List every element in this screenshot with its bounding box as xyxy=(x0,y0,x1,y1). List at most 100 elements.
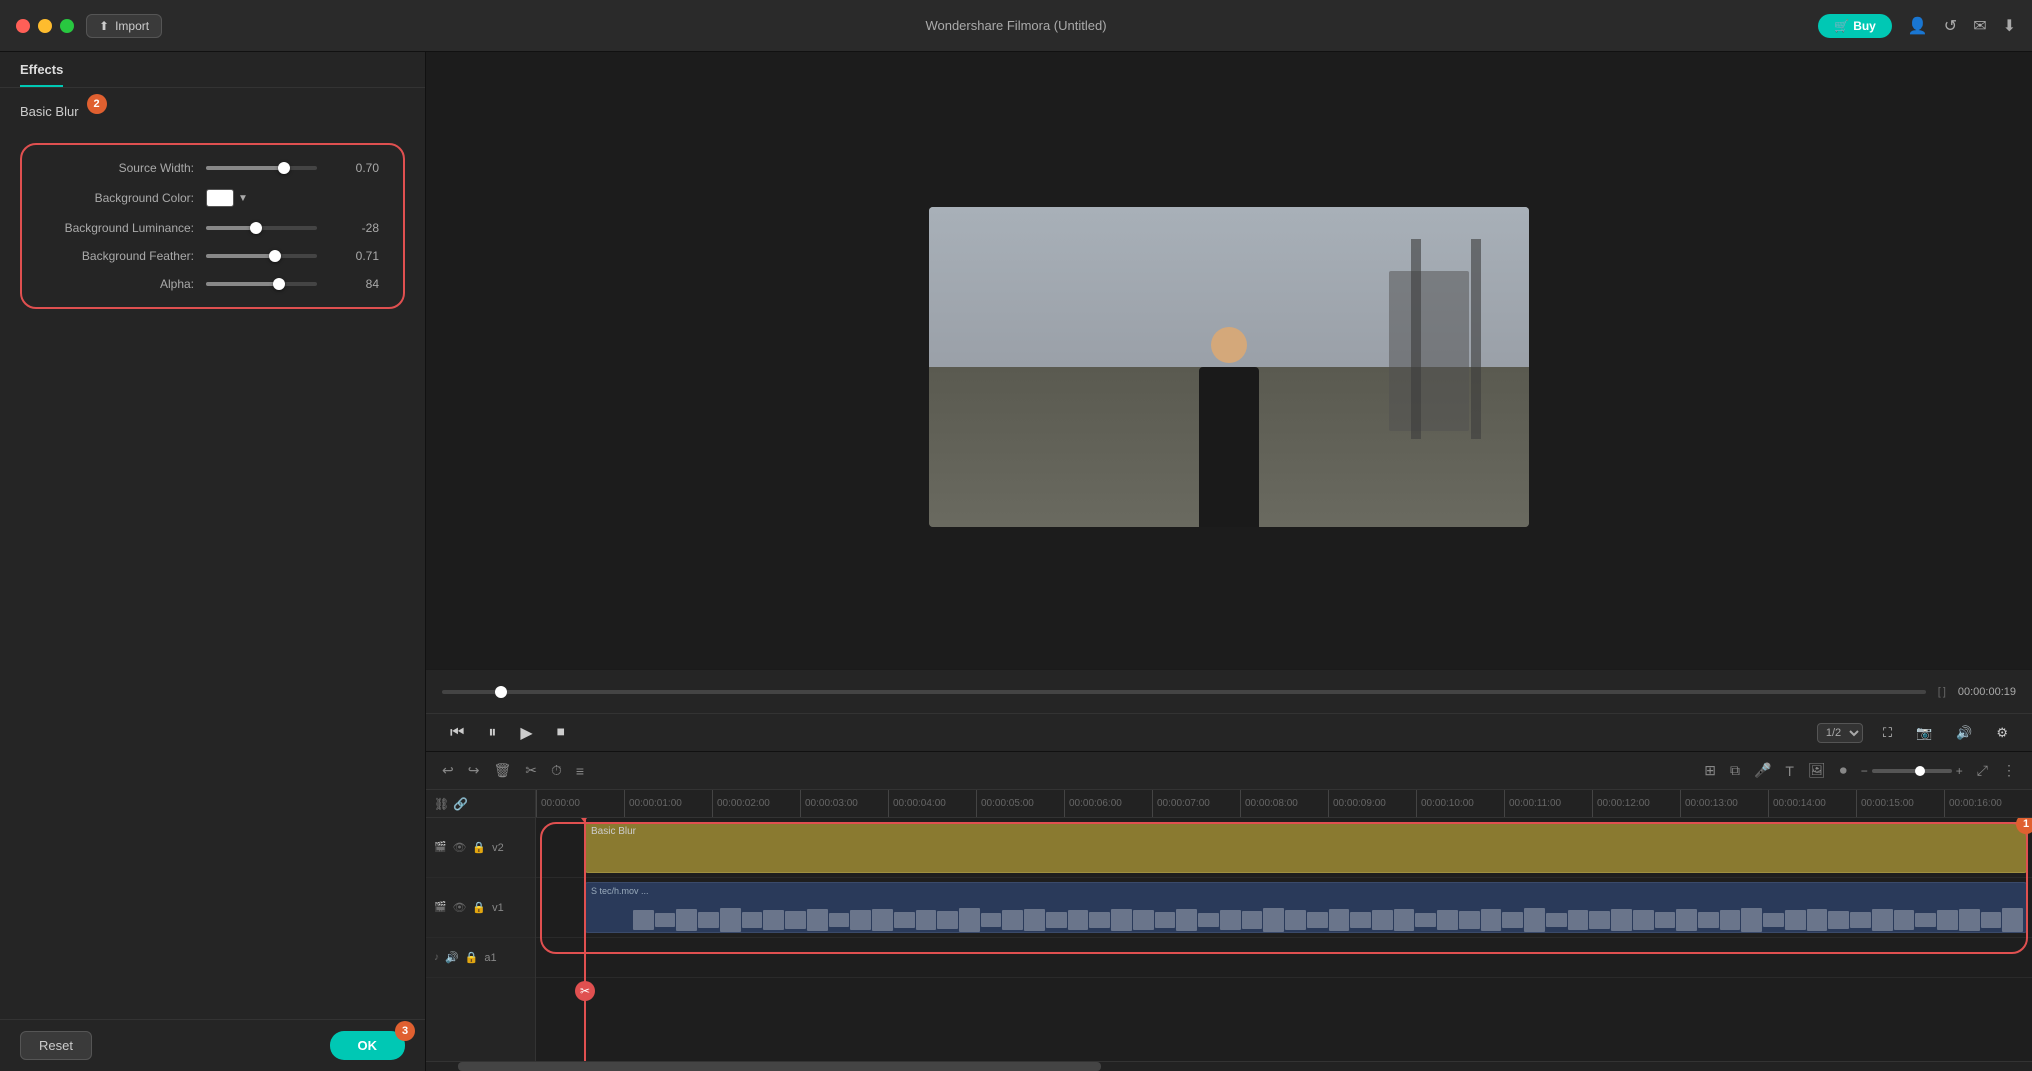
v1-eye-icon[interactable]: 👁 xyxy=(452,901,466,914)
clip-video-label: S tec/h.mov ... xyxy=(585,884,655,898)
list-icon[interactable]: ≡ xyxy=(576,763,584,779)
ruler-mark-2: 00:00:02:00 xyxy=(712,790,800,817)
ruler-mark-5: 00:00:05:00 xyxy=(976,790,1064,817)
zoom-controls: − + xyxy=(1861,764,1963,778)
cut-icon[interactable]: ✂ xyxy=(525,762,537,779)
zoom-out-icon[interactable]: − xyxy=(1861,764,1868,778)
unlink-icon[interactable]: 🔗 xyxy=(453,797,468,811)
ruler-mark-13: 00:00:13:00 xyxy=(1680,790,1768,817)
a1-volume-icon[interactable]: 🔊 xyxy=(445,951,459,964)
bracket-left-icon: [ xyxy=(1938,686,1941,698)
ruler-mark-11: 00:00:11:00 xyxy=(1504,790,1592,817)
params-box: Source Width: 0.70 Background Color: ▼ xyxy=(20,143,405,309)
ruler-mark-12: 00:00:12:00 xyxy=(1592,790,1680,817)
ruler-mark-14: 00:00:14:00 xyxy=(1768,790,1856,817)
buy-button[interactable]: 🛒 Buy xyxy=(1818,14,1892,38)
clip-basic-blur-label: Basic Blur xyxy=(585,824,642,839)
playhead[interactable]: ✂ xyxy=(584,818,586,1061)
close-button[interactable] xyxy=(16,19,30,33)
v1-lock-icon[interactable]: 🔒 xyxy=(472,901,486,914)
mic-icon[interactable]: 🎤 xyxy=(1754,762,1771,779)
person-figure xyxy=(1179,327,1279,527)
background-luminance-slider[interactable] xyxy=(206,226,317,230)
ruler-mark-15: 00:00:15:00 xyxy=(1856,790,1944,817)
quality-select[interactable]: 1/2 xyxy=(1817,723,1863,743)
step-back-button[interactable]: ⏮ xyxy=(446,720,468,746)
color-picker[interactable]: ▼ xyxy=(206,189,248,207)
photo-icon[interactable]: 🖼 xyxy=(1808,762,1826,779)
timeline-toolbar-right: ⊞ ⧉ 🎤 T 🖼 ⏺ − + ⤢ ⋮ xyxy=(1704,762,2016,779)
effects-bottom-bar: Reset OK 3 xyxy=(0,1019,425,1071)
record-icon[interactable]: ⏺ xyxy=(1840,762,1847,779)
v1-label: v1 xyxy=(492,902,504,914)
track-v2-content: Basic Blur xyxy=(536,818,2032,878)
effects-tab: Effects xyxy=(0,52,425,88)
alpha-slider[interactable] xyxy=(206,282,317,286)
settings-icon[interactable]: ⚙ xyxy=(1992,721,2012,745)
track-header: ⛓ 🔗 00:00:00 00:00:01:00 00:00:02:00 00:… xyxy=(426,790,2032,818)
timeline-area: ↩ ↪ 🗑 ✂ ⏱ ≡ ⊞ ⧉ 🎤 T 🖼 ⏺ − xyxy=(426,751,2032,1071)
ruler-mark-3: 00:00:03:00 xyxy=(800,790,888,817)
a1-lock-icon[interactable]: 🔒 xyxy=(465,951,479,964)
preview-area xyxy=(426,52,2032,669)
play-pause-button[interactable]: ⏸ xyxy=(484,720,500,746)
source-width-label: Source Width: xyxy=(46,161,206,175)
grid-icon[interactable]: ⊞ xyxy=(1704,762,1716,779)
v2-lock-icon[interactable]: 🔒 xyxy=(472,841,486,854)
effects-tab-label[interactable]: Effects xyxy=(20,62,63,87)
zoom-slider[interactable] xyxy=(1872,769,1952,773)
delete-icon[interactable]: 🗑 xyxy=(493,762,511,779)
bracket-right-icon: ] xyxy=(1943,686,1946,698)
alpha-label: Alpha: xyxy=(46,277,206,291)
background-feather-slider[interactable] xyxy=(206,254,317,258)
play-button[interactable]: ▶ xyxy=(516,719,536,747)
import-button[interactable]: ⬆ Import xyxy=(86,14,162,38)
timeline-scrollbar[interactable] xyxy=(426,1061,2032,1071)
fullscreen-icon[interactable]: ⛶ xyxy=(1879,721,1896,745)
track-a1-content xyxy=(536,938,2032,978)
v2-eye-icon[interactable]: 👁 xyxy=(452,841,466,854)
mail-icon[interactable]: ✉ xyxy=(1973,16,1986,36)
link-icon[interactable]: ⛓ xyxy=(434,797,449,811)
track-label-v2: 🎬 👁 🔒 v2 xyxy=(426,818,535,878)
traffic-lights xyxy=(16,19,74,33)
main-layout: Effects Basic Blur 2 Source Width: 0.70 xyxy=(0,52,2032,1071)
ok-button[interactable]: OK xyxy=(330,1031,406,1060)
effects-panel: Effects Basic Blur 2 Source Width: 0.70 xyxy=(0,52,426,1071)
profile-icon[interactable]: 👤 xyxy=(1908,16,1928,36)
layers-icon[interactable]: ⧉ xyxy=(1730,762,1740,779)
a1-label: a1 xyxy=(484,952,496,964)
badge-2: 2 xyxy=(87,94,107,114)
history-icon[interactable]: ⏱ xyxy=(551,762,562,779)
undo-icon[interactable]: ↩ xyxy=(442,762,454,779)
redo-icon[interactable]: ↪ xyxy=(468,762,480,779)
stop-button[interactable]: ⏹ xyxy=(553,720,569,746)
download-icon[interactable]: ⬇ xyxy=(2003,16,2016,36)
scrollbar-thumb[interactable] xyxy=(458,1062,1100,1071)
playhead-marker-top xyxy=(578,818,590,822)
source-width-slider[interactable] xyxy=(206,166,317,170)
effect-name: Basic Blur xyxy=(20,104,79,119)
fit-icon[interactable]: ⤢ xyxy=(1977,762,1988,779)
reset-button[interactable]: Reset xyxy=(20,1031,92,1060)
clip-video[interactable]: S tec/h.mov ... xyxy=(584,882,2028,933)
text-icon[interactable]: T xyxy=(1785,763,1794,779)
camera-icon[interactable]: 📷 xyxy=(1912,721,1936,745)
track-controls-header: ⛓ 🔗 xyxy=(426,790,536,818)
waveform xyxy=(633,908,2023,932)
clip-basic-blur[interactable]: Basic Blur xyxy=(584,822,2028,873)
maximize-button[interactable] xyxy=(60,19,74,33)
progress-bar[interactable] xyxy=(442,690,1926,694)
v1-video-icon: 🎬 xyxy=(434,902,446,913)
app-title: Wondershare Filmora (Untitled) xyxy=(925,18,1106,33)
background-color-row: Background Color: ▼ xyxy=(46,189,379,207)
timeline-ruler: 00:00:00 00:00:01:00 00:00:02:00 00:00:0… xyxy=(536,790,2032,818)
preview-bg xyxy=(929,207,1529,527)
zoom-in-icon[interactable]: + xyxy=(1956,764,1963,778)
more-icon[interactable]: ⋮ xyxy=(2002,762,2016,779)
volume-icon[interactable]: 🔊 xyxy=(1952,721,1976,745)
color-swatch[interactable] xyxy=(206,189,234,207)
minimize-button[interactable] xyxy=(38,19,52,33)
refresh-icon[interactable]: ↺ xyxy=(1944,16,1957,36)
chevron-down-icon[interactable]: ▼ xyxy=(238,193,248,204)
